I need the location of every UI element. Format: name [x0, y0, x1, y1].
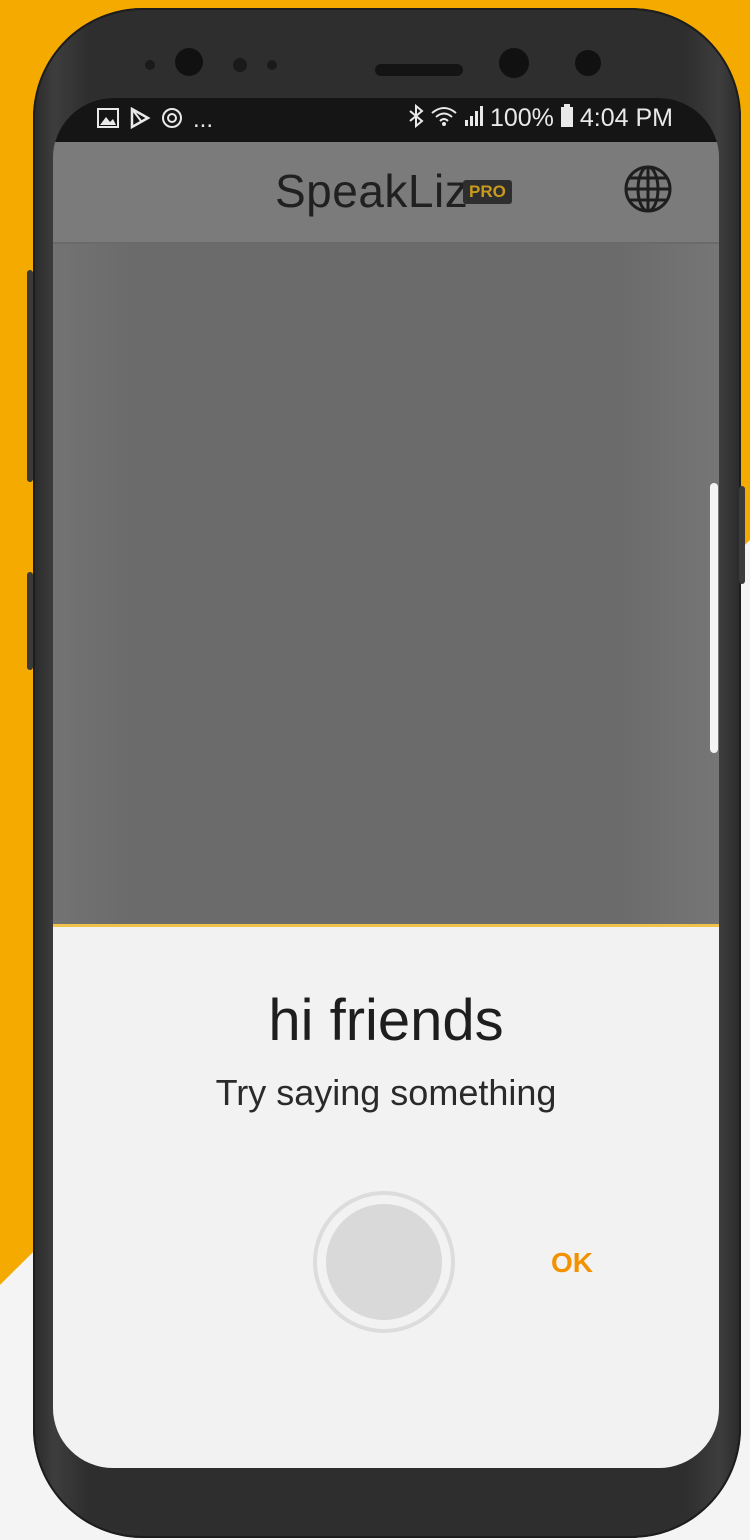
bixby-button [27, 572, 33, 670]
battery-percent: 100% [489, 104, 554, 132]
globe-icon[interactable] [623, 164, 673, 214]
battery-icon [560, 104, 574, 133]
sensor-dot [233, 58, 247, 72]
iris-scanner [499, 48, 529, 78]
play-store-icon [129, 106, 151, 134]
sensor-dot [267, 60, 277, 70]
power-button [739, 486, 745, 584]
sync-icon [161, 107, 183, 134]
front-camera [175, 48, 203, 76]
status-bar: ... 100% 4:04 PM [53, 98, 719, 142]
app-bar: SpeakLiz PRO [53, 142, 719, 244]
signal-icon [464, 105, 484, 132]
ok-button[interactable]: OK [551, 1247, 593, 1279]
edge-panel-handle[interactable] [710, 483, 718, 753]
phone-screen: ... 100% 4:04 PM SpeakLiz PRO hi friends… [53, 98, 719, 1468]
status-system: 100% 4:04 PM [408, 103, 673, 133]
app-title: SpeakLiz [275, 165, 469, 217]
content-overlay [53, 244, 719, 924]
hint-text: Try saying something [215, 1072, 557, 1113]
clock: 4:04 PM [579, 104, 673, 132]
status-notifications: ... [97, 106, 213, 134]
volume-button [27, 270, 33, 482]
wifi-icon [430, 105, 458, 132]
microphone-button-inner [326, 1204, 442, 1320]
proximity-sensor [575, 50, 601, 76]
pro-badge: PRO [463, 180, 512, 204]
recognized-text: hi friends [268, 988, 504, 1053]
bluetooth-icon [408, 103, 424, 133]
earpiece-speaker [375, 64, 463, 76]
speech-recognition-sheet: hi friends Try saying something OK [53, 924, 719, 1468]
microphone-button[interactable] [313, 1191, 455, 1333]
more-notifications: ... [193, 106, 214, 133]
image-icon [97, 107, 119, 133]
sensor-dot [145, 60, 155, 70]
